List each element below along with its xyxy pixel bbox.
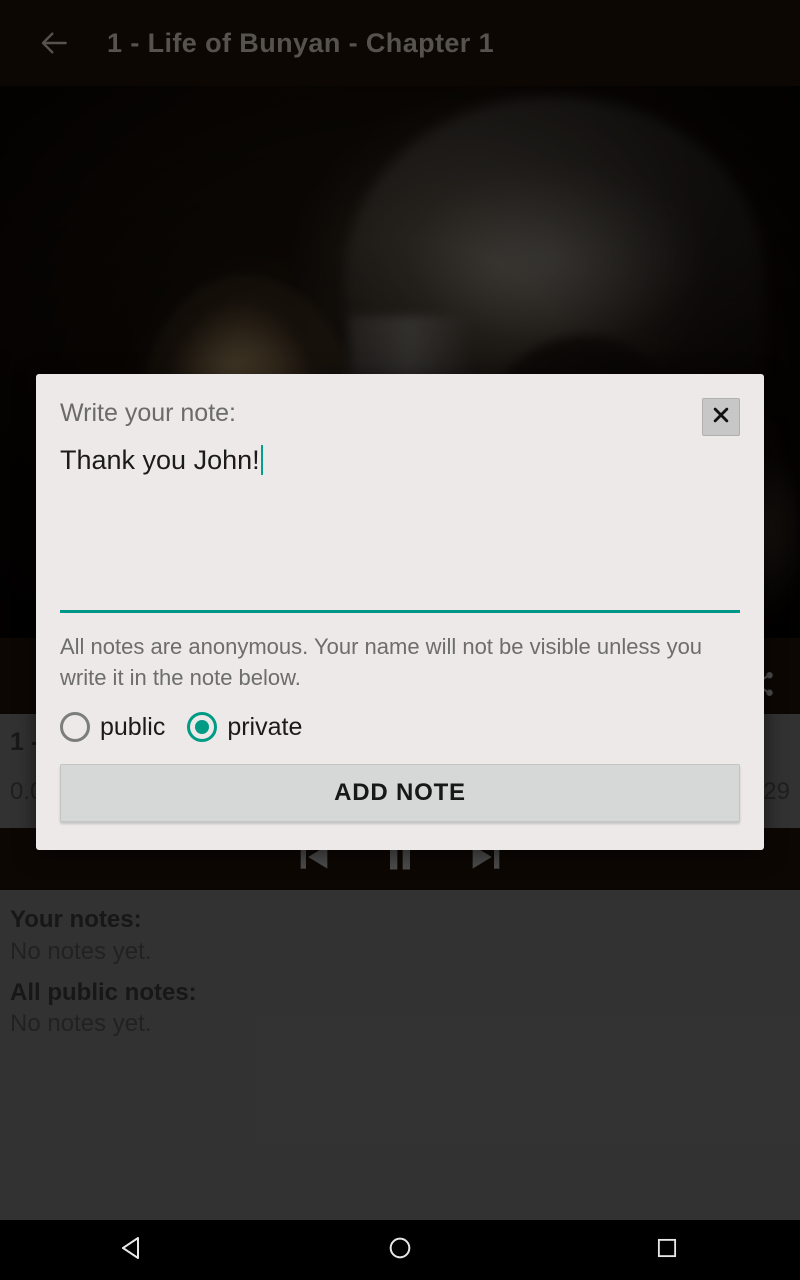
note-input[interactable]: Thank you John! <box>60 444 740 613</box>
add-note-button[interactable]: ADD NOTE <box>60 764 740 823</box>
dialog-title: Write your note: <box>60 399 237 427</box>
radio-option-public[interactable]: public <box>60 712 187 743</box>
anonymous-notice: All notes are anonymous. Your name will … <box>60 633 703 691</box>
text-caret <box>260 444 263 475</box>
radio-unselected-icon <box>60 712 90 743</box>
app-screen: 1 - Life of Bunyan - Chapter 1 1 - 0.0 2… <box>0 0 800 1280</box>
nav-back-button[interactable] <box>88 1220 178 1280</box>
note-input-value: Thank you John! <box>60 444 260 475</box>
write-note-dialog: Write your note: Thank you John! All not… <box>36 374 764 851</box>
triangle-back-icon <box>118 1233 148 1268</box>
close-button[interactable] <box>702 398 740 436</box>
radio-label-public: public <box>100 712 166 741</box>
square-recents-icon <box>654 1235 680 1266</box>
android-navigation-bar <box>0 1220 800 1280</box>
circle-home-icon <box>386 1234 414 1267</box>
dialog-header: Write your note: <box>36 374 764 436</box>
radio-option-private[interactable]: private <box>187 712 324 743</box>
close-icon <box>711 405 731 430</box>
visibility-radio-group: public private <box>60 712 740 743</box>
radio-dot <box>195 720 210 735</box>
nav-home-button[interactable] <box>355 1220 445 1280</box>
add-note-label: ADD NOTE <box>334 779 466 807</box>
radio-selected-icon <box>187 712 218 743</box>
radio-label-private: private <box>227 712 303 741</box>
nav-recents-button[interactable] <box>622 1220 712 1280</box>
